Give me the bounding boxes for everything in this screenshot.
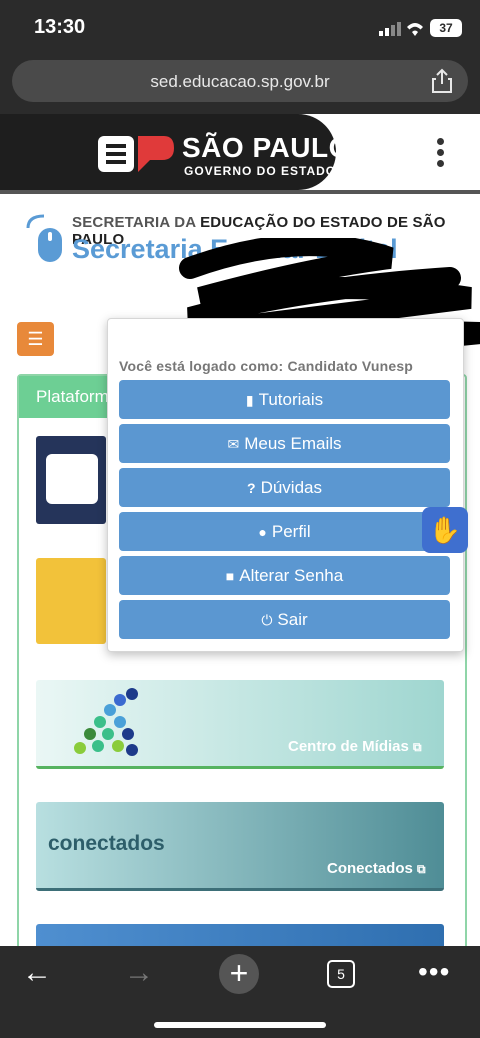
wifi-icon — [404, 19, 426, 37]
lock-icon: ■ — [225, 568, 235, 584]
signal-icon — [379, 22, 401, 36]
share-icon[interactable] — [430, 68, 454, 94]
address-url[interactable]: sed.educacao.sp.gov.br — [0, 72, 480, 92]
tabs-count-button[interactable]: 5 — [327, 960, 355, 988]
new-tab-plus-icon[interactable]: + — [219, 954, 259, 994]
battery-level: 37 — [439, 21, 453, 35]
battery-icon: 37 — [430, 19, 462, 37]
question-icon: ? — [247, 480, 256, 496]
alterar-senha-label: Alterar Senha — [239, 566, 344, 585]
duvidas-label: Dúvidas — [260, 478, 322, 497]
sign-language-icon: ✋ — [428, 515, 462, 545]
meus-emails-label: Meus Emails — [244, 434, 342, 453]
power-icon: ⏻ — [261, 612, 273, 628]
conectados-logo-text: conectados — [48, 832, 165, 855]
mouse-logo-icon — [24, 214, 66, 264]
external-link-icon: ⧉ — [417, 862, 426, 876]
home-indicator — [154, 1022, 326, 1028]
logged-in-as-text: Você está logado como: Candidato Vunesp — [119, 358, 414, 374]
more-menu-icon[interactable]: ••• — [418, 956, 450, 988]
tutoriais-label: Tutoriais — [258, 390, 324, 409]
duvidas-button[interactable]: ? Dúvidas — [119, 468, 450, 507]
sair-label: Sair — [277, 610, 308, 629]
status-time: 13:30 — [34, 16, 86, 38]
sp-logo-icon — [98, 134, 176, 174]
user-icon: ● — [258, 524, 267, 540]
centro-de-midias-tile[interactable] — [36, 680, 444, 769]
back-arrow-icon[interactable]: ← — [22, 956, 52, 990]
secretaria-prefix: SECRETARIA DA — [72, 214, 201, 231]
sed-logo-icon — [46, 454, 98, 504]
tutoriais-button[interactable]: ▮ Tutoriais — [119, 380, 450, 419]
header-divider — [0, 190, 480, 194]
hamburger-menu-button[interactable]: ☰ — [17, 322, 54, 356]
hamburger-icon: ☰ — [27, 329, 44, 349]
more-options-icon[interactable] — [432, 138, 448, 172]
sair-button[interactable]: ⏻ Sair — [119, 600, 450, 639]
app-tile-yellow[interactable] — [36, 558, 106, 644]
accessibility-sign-language-button[interactable]: ✋ — [422, 507, 468, 553]
forward-arrow-icon[interactable]: → — [124, 956, 154, 990]
external-link-icon: ⧉ — [413, 740, 422, 754]
perfil-button[interactable]: ● Perfil — [119, 512, 450, 551]
conectados-label[interactable]: Conectados ⧉ — [327, 860, 426, 877]
meus-emails-button[interactable]: ✉ Meus Emails — [119, 424, 450, 463]
platform-card-title: Plataforma — [36, 387, 119, 406]
alterar-senha-button[interactable]: ■ Alterar Senha — [119, 556, 450, 595]
envelope-icon: ✉ — [227, 436, 240, 452]
brand-title: SÃO PAULO — [182, 132, 351, 163]
brand-subtitle: GOVERNO DO ESTADO — [184, 164, 337, 178]
centro-de-midias-logo-icon — [74, 688, 138, 756]
perfil-label: Perfil — [271, 522, 311, 541]
book-icon: ▮ — [245, 392, 254, 408]
centro-de-midias-label[interactable]: Centro de Mídias ⧉ — [288, 738, 422, 755]
sed-app-tile[interactable] — [36, 436, 106, 524]
